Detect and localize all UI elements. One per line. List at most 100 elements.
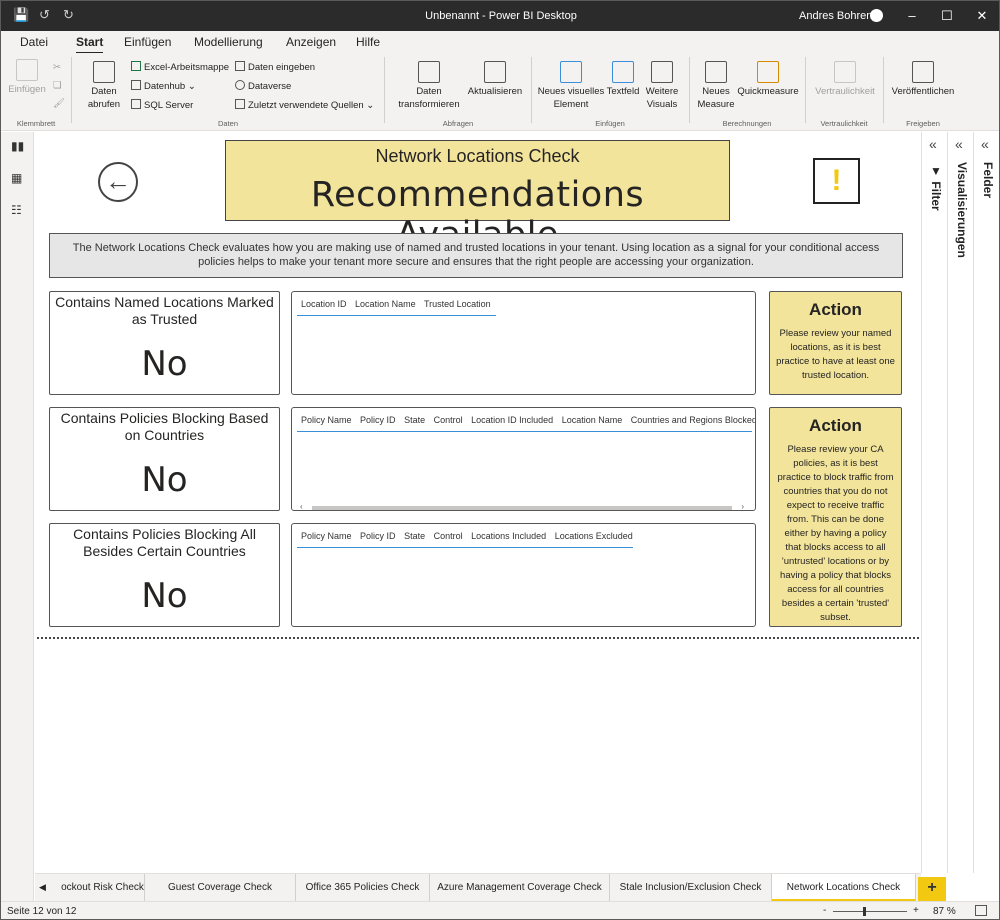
column-header[interactable]: Location ID (301, 299, 347, 309)
format-painter-icon[interactable]: 🖌 (53, 97, 65, 110)
column-header[interactable]: State (404, 531, 425, 541)
data-view-icon[interactable]: ▦ (11, 172, 24, 184)
dataverse-button[interactable]: Dataverse (235, 80, 291, 93)
new-visual-button[interactable]: Neues visuelles Element (537, 61, 605, 111)
column-header[interactable]: Policy ID (360, 415, 396, 425)
back-arrow-icon[interactable]: ← (98, 162, 138, 202)
publish-button[interactable]: Veröffentlichen (889, 61, 957, 98)
kpi-card[interactable]: Contains Policies Blocking All Besides C… (49, 523, 280, 627)
dataverse-label: Dataverse (248, 81, 292, 92)
scroll-left-icon[interactable]: ‹ (300, 502, 303, 510)
fields-pane-collapsed[interactable]: « Felder (973, 132, 999, 873)
menu-anzeigen[interactable]: Anzeigen (286, 35, 336, 49)
get-data-button[interactable]: Daten abrufen (81, 61, 127, 111)
visualizations-pane-collapsed[interactable]: « Visualisierungen (947, 132, 973, 873)
separator (883, 57, 884, 123)
enter-data-button[interactable]: Daten eingeben (235, 61, 315, 74)
column-header[interactable]: Policy Name (301, 531, 352, 541)
tab-network-locations[interactable]: Network Locations Check (772, 874, 916, 902)
add-page-icon[interactable]: + (918, 877, 946, 901)
expand-chevron-icon[interactable]: « (955, 136, 963, 152)
zoom-out-icon[interactable]: - (823, 905, 826, 916)
column-header[interactable]: Location Name (355, 299, 416, 309)
column-header[interactable]: Countries and Regions Blocked (631, 415, 755, 425)
sql-server-button[interactable]: SQL Server (131, 99, 193, 112)
maximize-icon[interactable]: ☐ (932, 5, 962, 27)
kpi-card-title: Contains Named Locations Marked as Trust… (55, 294, 274, 327)
tab-lockout-risk[interactable]: ockout Risk Check (61, 874, 145, 902)
menu-modellierung[interactable]: Modellierung (194, 35, 263, 49)
expand-chevron-icon[interactable]: « (981, 136, 989, 152)
excel-label: Excel-Arbeitsmappe (144, 62, 230, 73)
scroll-right-icon[interactable]: › (741, 502, 744, 510)
power-bi-window: 💾 ↺ ↻ Unbenannt - Power BI Desktop Andre… (0, 0, 1000, 920)
user-name[interactable]: Andres Bohren (799, 10, 872, 22)
textbox-button[interactable]: Textfeld (605, 61, 641, 98)
menu-bar: Datei Start Einfügen Modellierung Anzeig… (1, 31, 999, 54)
fit-to-page-icon[interactable] (975, 905, 987, 916)
menu-datei[interactable]: Datei (20, 35, 48, 49)
paste-button[interactable]: Einfügen (7, 59, 47, 96)
kpi-card-value: No (141, 576, 188, 616)
column-header[interactable]: Locations Included (471, 531, 546, 541)
zoom-slider[interactable] (833, 911, 907, 912)
fields-label[interactable]: Felder (981, 162, 995, 198)
recent-sources-button[interactable]: Zuletzt verwendete Quellen ⌄ (235, 99, 374, 112)
database-icon (93, 61, 115, 83)
refresh-button[interactable]: Aktualisieren (467, 61, 523, 98)
sensitivity-button[interactable]: Vertraulichkeit (811, 61, 879, 98)
quick-measure-button[interactable]: Quickmeasure (737, 61, 799, 98)
tab-stale-inclusion[interactable]: Stale Inclusion/Exclusion Check (610, 874, 772, 902)
column-header[interactable]: State (404, 415, 425, 425)
zoom-level: 87 % (933, 906, 956, 917)
avatar[interactable] (870, 9, 883, 22)
close-icon[interactable]: ✕ (967, 5, 997, 27)
kpi-card[interactable]: Contains Named Locations Marked as Trust… (49, 291, 280, 395)
table-header: Policy Name Policy ID State Control Loca… (301, 415, 755, 425)
transform-data-button[interactable]: Daten transformieren (393, 61, 465, 111)
visualizations-label[interactable]: Visualisierungen (955, 162, 969, 258)
more-visuals-icon (651, 61, 673, 83)
refresh-label: Aktualisieren (467, 86, 523, 97)
column-header[interactable]: Policy ID (360, 531, 396, 541)
report-view-icon[interactable]: ▮▮ (11, 140, 24, 152)
page-boundary (37, 637, 919, 639)
column-header[interactable]: Control (434, 415, 463, 425)
column-header[interactable]: Trusted Location (424, 299, 491, 309)
filter-pane-collapsed[interactable]: « ▼ Filter (921, 132, 947, 873)
paste-icon (16, 59, 38, 81)
excel-button[interactable]: Excel-Arbeitsmappe (131, 61, 229, 74)
horizontal-scrollbar[interactable]: ‹ › (300, 502, 744, 510)
column-header[interactable]: Policy Name (301, 415, 352, 425)
sql-server-label: SQL Server (144, 100, 194, 111)
expand-chevron-icon[interactable]: « (929, 136, 937, 152)
tab-office-365[interactable]: Office 365 Policies Check (296, 874, 430, 902)
filter-pane-label[interactable]: ▼ Filter (929, 164, 943, 211)
scrollbar-thumb[interactable] (312, 506, 732, 510)
more-visuals-button[interactable]: Weitere Visuals (641, 61, 683, 111)
table-visual[interactable]: Policy Name Policy ID State Control Loca… (291, 407, 756, 511)
tab-azure-management[interactable]: Azure Management Coverage Check (430, 874, 610, 902)
table-visual[interactable]: Location ID Location Name Trusted Locati… (291, 291, 756, 395)
menu-einfuegen[interactable]: Einfügen (124, 35, 171, 49)
kpi-card[interactable]: Contains Policies Blocking Based on Coun… (49, 407, 280, 511)
zoom-slider-thumb[interactable] (863, 907, 866, 916)
minimize-icon[interactable]: – (897, 5, 927, 27)
column-header[interactable]: Location ID Included (471, 415, 553, 425)
column-header[interactable]: Location Name (562, 415, 623, 425)
new-measure-button[interactable]: Neues Measure (695, 61, 737, 111)
table-visual[interactable]: Policy Name Policy ID State Control Loca… (291, 523, 756, 627)
tab-guest-coverage[interactable]: Guest Coverage Check (145, 874, 296, 902)
column-header[interactable]: Locations Excluded (555, 531, 633, 541)
menu-start[interactable]: Start (76, 35, 104, 54)
header-banner: Network Locations Check Recommendations … (225, 140, 730, 255)
zoom-in-icon[interactable]: + (913, 905, 919, 916)
menu-hilfe[interactable]: Hilfe (356, 35, 380, 49)
datahub-button[interactable]: Datenhub ⌄ (131, 80, 196, 93)
new-measure-label: Neues Measure (697, 86, 735, 110)
copy-icon[interactable]: ❏ (53, 79, 62, 92)
cut-icon[interactable]: ✂ (53, 61, 61, 74)
tab-scroll-left-icon[interactable]: ◀ (39, 882, 46, 893)
model-view-icon[interactable]: ☷ (11, 204, 24, 216)
column-header[interactable]: Control (434, 531, 463, 541)
